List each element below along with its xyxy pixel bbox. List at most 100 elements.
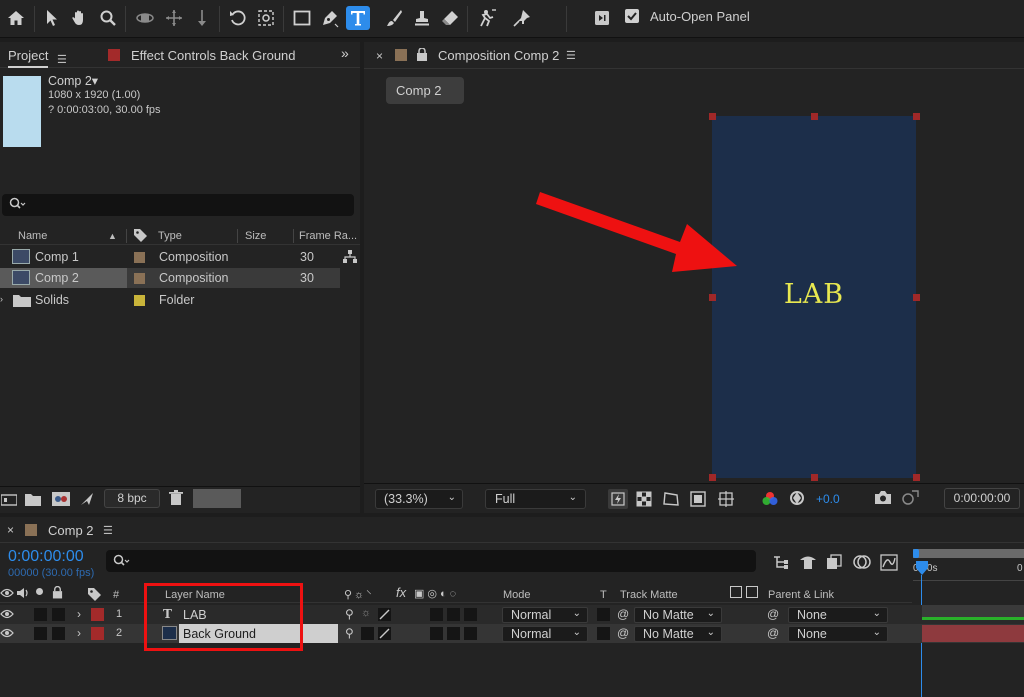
- lock-switch[interactable]: [52, 608, 65, 621]
- column-mode[interactable]: Mode: [503, 589, 531, 601]
- track-matte-dropdown[interactable]: No Matte ⌄: [634, 626, 722, 642]
- tab-project[interactable]: Project: [8, 48, 49, 68]
- collapse-switch-icon[interactable]: ☼: [361, 607, 371, 619]
- snapshot-camera-icon[interactable]: [874, 490, 892, 505]
- timeline-tab-title[interactable]: Comp 2: [48, 523, 94, 538]
- comp-breadcrumb-button[interactable]: Comp 2: [386, 77, 464, 104]
- clone-stamp-icon[interactable]: [410, 6, 434, 30]
- video-toggle-icon[interactable]: [0, 587, 14, 599]
- dolly-camera-icon[interactable]: [190, 6, 214, 30]
- frame-blend-switch[interactable]: [447, 627, 460, 640]
- color-channels-icon[interactable]: [761, 491, 779, 507]
- chevron-right-icon[interactable]: ›: [0, 294, 3, 304]
- panel-icon[interactable]: [590, 6, 614, 30]
- rotate-tool-icon[interactable]: [226, 6, 250, 30]
- panel-menu-icon[interactable]: ☰: [566, 49, 576, 62]
- work-area-start-handle[interactable]: [913, 549, 919, 558]
- motion-blur-icon[interactable]: [853, 554, 871, 570]
- tab-effect-controls[interactable]: Effect Controls Back Ground: [131, 48, 296, 63]
- transparency-grid-icon[interactable]: [636, 491, 652, 507]
- canvas-text-layer[interactable]: LAB: [712, 279, 916, 310]
- effects-fx-icon[interactable]: fx: [396, 585, 406, 600]
- label-swatch[interactable]: [134, 273, 145, 284]
- timeline-search-input[interactable]: [106, 550, 756, 572]
- sort-ascending-icon[interactable]: ▲: [108, 231, 117, 241]
- shy-switch-icon[interactable]: ⚲: [345, 607, 354, 621]
- eye-icon[interactable]: [0, 627, 14, 639]
- brush-tool-icon[interactable]: [382, 6, 406, 30]
- transform-handle[interactable]: [811, 474, 818, 481]
- zoom-dropdown[interactable]: (33.3%) ⌄: [375, 489, 463, 509]
- transform-handle[interactable]: [709, 474, 716, 481]
- collapse-switch[interactable]: [361, 627, 374, 640]
- trash-icon[interactable]: [169, 490, 183, 505]
- roto-brush-icon[interactable]: [475, 6, 499, 30]
- audio-toggle-icon[interactable]: [16, 587, 30, 599]
- project-search-input[interactable]: [2, 194, 354, 216]
- layer-label-color[interactable]: [91, 608, 104, 621]
- auto-open-checkbox[interactable]: [625, 9, 639, 23]
- anchor-point-icon[interactable]: [254, 6, 278, 30]
- home-icon[interactable]: [4, 6, 28, 30]
- close-icon[interactable]: ×: [376, 49, 383, 63]
- transform-handle[interactable]: [709, 294, 716, 301]
- close-icon[interactable]: ×: [7, 523, 14, 537]
- pickwhip-icon[interactable]: @: [617, 626, 629, 640]
- label-swatch[interactable]: [134, 252, 145, 263]
- shy-layers-icon[interactable]: [799, 554, 817, 570]
- preserve-transparency-switch[interactable]: [597, 608, 610, 621]
- lock-switch[interactable]: [52, 627, 65, 640]
- interpret-footage-icon[interactable]: [1, 493, 17, 506]
- parent-dropdown[interactable]: None ⌄: [788, 607, 888, 623]
- label-swatch[interactable]: [134, 295, 145, 306]
- chevron-right-double-icon[interactable]: »: [341, 45, 349, 61]
- viewer-timecode[interactable]: 0:00:00:00: [944, 488, 1020, 509]
- layer-duration-bar[interactable]: [922, 625, 1024, 642]
- bit-depth-button[interactable]: 8 bpc: [104, 489, 160, 508]
- region-of-interest-icon[interactable]: [690, 491, 706, 507]
- flowchart-icon[interactable]: [342, 250, 358, 264]
- selection-tool-icon[interactable]: [40, 6, 64, 30]
- new-folder-icon[interactable]: [25, 493, 41, 506]
- quality-switch[interactable]: [378, 627, 391, 640]
- current-time[interactable]: 0:00:00:00: [8, 548, 84, 566]
- type-tool-icon[interactable]: [346, 6, 370, 30]
- eraser-tool-icon[interactable]: [438, 6, 462, 30]
- solo-icon[interactable]: [36, 588, 43, 595]
- project-item-solids[interactable]: › Solids Folder: [0, 290, 340, 310]
- switches-header-icons-2[interactable]: ▣◎◐◌: [414, 587, 459, 600]
- lock-icon[interactable]: [52, 586, 63, 599]
- mask-visibility-icon[interactable]: [662, 491, 680, 507]
- mode-dropdown[interactable]: Normal ⌄: [502, 626, 588, 642]
- layer-duration-bar[interactable]: [922, 617, 1024, 620]
- reset-exposure-icon[interactable]: [789, 490, 805, 506]
- panel-menu-icon[interactable]: ☰: [103, 524, 113, 537]
- pan-camera-icon[interactable]: [162, 6, 186, 30]
- render-queue-icon[interactable]: [79, 491, 95, 507]
- preview-name[interactable]: Comp 2▾: [48, 73, 98, 88]
- hand-tool-icon[interactable]: [67, 6, 91, 30]
- exposure-value[interactable]: +0.0: [816, 492, 840, 506]
- parent-pickwhip-icon[interactable]: @: [767, 626, 779, 640]
- switches-header-icons[interactable]: ⚲☼⸌: [344, 587, 374, 602]
- chevron-right-icon[interactable]: ›: [77, 607, 81, 621]
- resolution-dropdown[interactable]: Full ⌄: [485, 489, 586, 509]
- frame-blending-icon[interactable]: [826, 554, 844, 570]
- parent-dropdown[interactable]: None ⌄: [788, 626, 888, 642]
- thumbnail-transparency-grid[interactable]: [193, 489, 241, 508]
- layer-label-color[interactable]: [91, 627, 104, 640]
- solo-switch[interactable]: [34, 627, 47, 640]
- chevron-right-icon[interactable]: ›: [77, 626, 81, 640]
- label-tag-icon[interactable]: [133, 228, 148, 242]
- transform-handle[interactable]: [913, 474, 920, 481]
- graph-editor-icon[interactable]: [880, 554, 898, 571]
- parent-pickwhip-icon[interactable]: @: [767, 607, 779, 621]
- rectangle-tool-icon[interactable]: [290, 6, 314, 30]
- column-parent-link[interactable]: Parent & Link: [768, 589, 834, 601]
- column-frame-rate[interactable]: Frame Ra...: [299, 230, 357, 242]
- project-item-comp-1[interactable]: Comp 1 Composition 30: [0, 247, 357, 267]
- eye-icon[interactable]: [0, 608, 14, 620]
- pen-tool-icon[interactable]: [318, 6, 342, 30]
- column-type[interactable]: Type: [158, 230, 182, 242]
- column-size[interactable]: Size: [245, 230, 266, 242]
